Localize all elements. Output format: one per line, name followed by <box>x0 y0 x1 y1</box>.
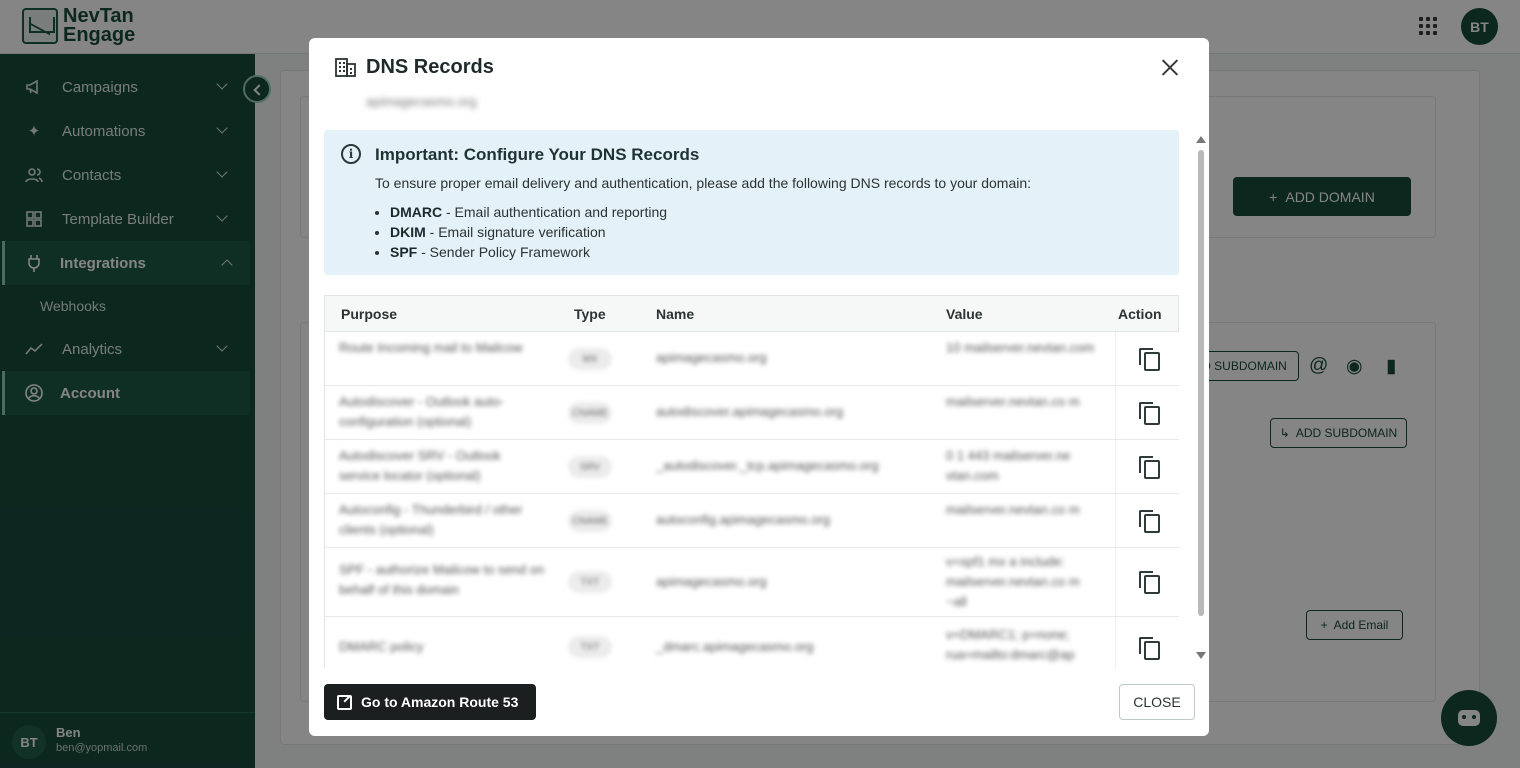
cell-name: _dmarc.apimagecasmo.org <box>656 639 814 654</box>
cell-type: TXT <box>568 636 612 658</box>
cell-name: autodiscover.apimagecasmo.org <box>656 404 844 419</box>
cell-purpose: Autodiscover - Outlook auto-configuratio… <box>339 394 504 429</box>
cell-value: mailserver.nevtan.co m <box>946 394 1080 409</box>
dialog-content[interactable]: i Important: Configure Your DNS Records … <box>324 128 1180 668</box>
list-item: SPF - Sender Policy Framework <box>390 242 667 262</box>
dialog-domain: apimagecasmo.org <box>366 94 477 109</box>
cell-purpose: DMARC policy <box>339 639 424 654</box>
cell-name: apimagecasmo.org <box>656 574 767 589</box>
external-link-icon <box>337 694 352 710</box>
copy-icon <box>1138 401 1160 425</box>
dns-info-alert: i Important: Configure Your DNS Records … <box>324 130 1179 275</box>
table-header: Purpose Type Name Value Action <box>325 296 1178 332</box>
cell-type: SRV <box>568 456 612 478</box>
info-icon: i <box>341 144 361 164</box>
alert-description: To ensure proper email delivery and auth… <box>375 175 1032 191</box>
copy-button[interactable] <box>1115 548 1179 616</box>
copy-button[interactable] <box>1115 494 1179 547</box>
copy-icon <box>1138 509 1160 533</box>
cell-type: CNAME <box>568 510 612 532</box>
cell-purpose: Route Incoming mail to Mailcow <box>339 340 523 355</box>
cell-purpose: Autodiscover SRV - Outlook service locat… <box>339 448 501 483</box>
cell-name: apimagecasmo.org <box>656 350 767 365</box>
close-button[interactable]: CLOSE <box>1119 684 1195 720</box>
cell-name: autoconfig.apimagecasmo.org <box>656 512 831 527</box>
record-types-list: DMARC - Email authentication and reporti… <box>390 202 667 262</box>
table-row: Autodiscover - Outlook auto-configuratio… <box>325 386 1179 440</box>
dialog-scrollbar[interactable] <box>1196 136 1206 664</box>
alert-title: Important: Configure Your DNS Records <box>375 145 700 164</box>
cell-purpose: Autoconfig - Thunderbird / other clients… <box>339 502 523 537</box>
list-item: DMARC - Email authentication and reporti… <box>390 202 667 222</box>
column-header-purpose: Purpose <box>341 306 398 322</box>
column-header-value: Value <box>946 306 983 322</box>
copy-button[interactable] <box>1115 617 1179 668</box>
copy-icon <box>1138 637 1160 660</box>
table-row: Route Incoming mail to Mailcow MX apimag… <box>325 332 1179 386</box>
cell-value: 0 1 443 mailserver.ne vtan.com <box>946 448 1071 483</box>
go-to-route53-button[interactable]: Go to Amazon Route 53 <box>324 684 536 720</box>
cell-type: MX <box>568 348 612 370</box>
cell-type: CNAME <box>568 402 612 424</box>
copy-button[interactable] <box>1115 440 1179 493</box>
column-header-action: Action <box>1118 306 1162 322</box>
copy-button[interactable] <box>1115 386 1179 439</box>
cell-value: v=spf1 mx a include: mailserver.nevtan.c… <box>946 554 1080 609</box>
scrollbar-thumb[interactable] <box>1198 150 1204 616</box>
copy-button[interactable] <box>1115 332 1179 385</box>
column-header-type: Type <box>574 306 606 322</box>
cell-purpose: SPF - authorize Mailcow to send on behal… <box>339 562 545 597</box>
table-row: SPF - authorize Mailcow to send on behal… <box>325 548 1179 617</box>
scroll-down-arrow-icon[interactable] <box>1196 652 1206 659</box>
building-icon <box>335 58 356 77</box>
scroll-up-arrow-icon[interactable] <box>1196 136 1206 143</box>
copy-icon <box>1138 571 1160 594</box>
close-icon[interactable] <box>1161 58 1179 76</box>
copy-icon <box>1138 347 1160 371</box>
dialog-title: DNS Records <box>366 56 494 78</box>
table-row: DMARC policy TXT _dmarc.apimagecasmo.org… <box>325 617 1179 668</box>
table-row: Autoconfig - Thunderbird / other clients… <box>325 494 1179 548</box>
cell-value: 10 mailserver.nevtan.com <box>946 340 1095 355</box>
cell-name: _autodiscover._tcp.apimagecasmo.org <box>656 458 879 473</box>
cell-value: v=DMARC1; p=none; rua=mailto:dmarc@ap <box>946 627 1075 662</box>
list-item: DKIM - Email signature verification <box>390 222 667 242</box>
dns-records-dialog: DNS Records apimagecasmo.org i Important… <box>309 38 1209 736</box>
cell-value: mailserver.nevtan.co m <box>946 502 1080 517</box>
dns-records-table: Purpose Type Name Value Action Route Inc… <box>324 295 1179 668</box>
copy-icon <box>1138 455 1160 479</box>
column-header-name: Name <box>656 306 695 322</box>
table-row: Autodiscover SRV - Outlook service locat… <box>325 440 1179 494</box>
cell-type: TXT <box>568 571 612 593</box>
